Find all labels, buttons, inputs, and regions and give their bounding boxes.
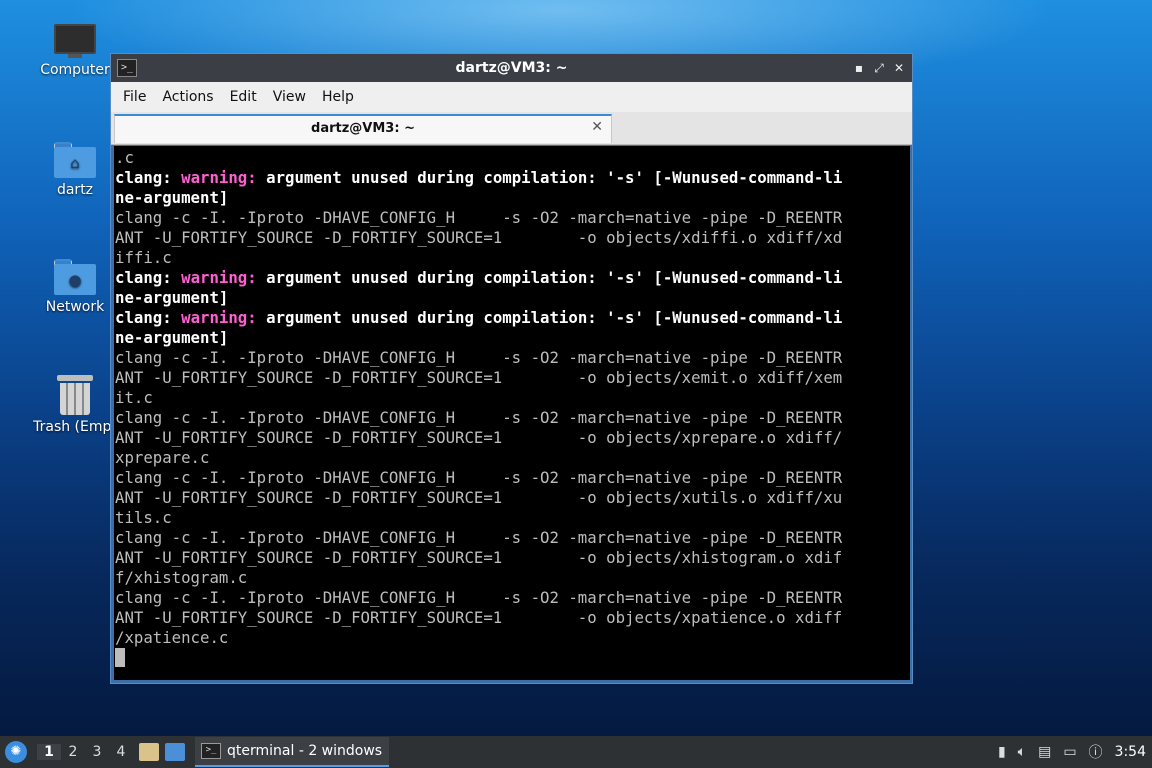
window-titlebar[interactable]: >_ dartz@VM3: ~ ▪ ⤢ ✕ — [111, 54, 912, 82]
terminal-line: ANT -U_FORTIFY_SOURCE -D_FORTIFY_SOURCE=… — [115, 428, 910, 448]
terminal-text: argument unused during compilation: '-s'… — [266, 268, 843, 287]
menu-actions[interactable]: Actions — [154, 89, 221, 105]
terminal-window: >_ dartz@VM3: ~ ▪ ⤢ ✕ File Actions Edit … — [110, 53, 913, 684]
tab-terminal[interactable]: dartz@VM3: ~ ✕ — [114, 114, 612, 143]
workspace-2[interactable]: 2 — [61, 744, 85, 760]
taskbar-task-qterminal[interactable]: >_ qterminal - 2 windows — [195, 737, 389, 767]
minimize-button[interactable]: ▪ — [852, 59, 866, 77]
workspace-4[interactable]: 4 — [109, 744, 133, 760]
terminal-line: ne-argument] — [115, 288, 910, 308]
tray-disk-icon[interactable]: ▮ — [998, 744, 1006, 760]
terminal-line: clang: warning: argument unused during c… — [115, 308, 910, 328]
terminal-text: it.c — [115, 388, 153, 407]
tab-label: dartz@VM3: ~ — [311, 121, 415, 136]
terminal-line: clang -c -I. -Iproto -DHAVE_CONFIG_H -s … — [115, 528, 910, 548]
terminal-text: ne-argument] — [115, 288, 229, 307]
terminal-line: ne-argument] — [115, 328, 910, 348]
terminal-text: clang: — [115, 308, 182, 327]
terminal-lines: .c clang: warning: argument unused during… — [114, 146, 910, 668]
terminal-line: clang -c -I. -Iproto -DHAVE_CONFIG_H -s … — [115, 588, 910, 608]
terminal-text: ne-argument] — [115, 188, 229, 207]
terminal-line: ANT -U_FORTIFY_SOURCE -D_FORTIFY_SOURCE=… — [115, 368, 910, 388]
terminal-line: /xpatience.c — [115, 628, 910, 648]
menu-edit[interactable]: Edit — [222, 89, 265, 105]
terminal-text: clang -c -I. -Iproto -DHAVE_CONFIG_H -s … — [115, 208, 843, 227]
terminal-line: ANT -U_FORTIFY_SOURCE -D_FORTIFY_SOURCE=… — [115, 488, 910, 508]
terminal-text: f/xhistogram.c — [115, 568, 248, 587]
terminal-text: ANT -U_FORTIFY_SOURCE -D_FORTIFY_SOURCE=… — [115, 428, 843, 447]
menubar: File Actions Edit View Help — [111, 82, 912, 112]
tab-close-icon[interactable]: ✕ — [591, 119, 603, 135]
terminal-text: ANT -U_FORTIFY_SOURCE -D_FORTIFY_SOURCE=… — [115, 228, 843, 247]
terminal-line: clang: warning: argument unused during c… — [115, 268, 910, 288]
terminal-text: clang: — [115, 168, 182, 187]
system-tray: ▮ 🔈︎ ▤ ▭ ⓘ 3:54 — [998, 736, 1152, 768]
terminal-line: clang -c -I. -Iproto -DHAVE_CONFIG_H -s … — [115, 408, 910, 428]
warning-label: warning: — [181, 168, 267, 187]
tab-bar: dartz@VM3: ~ ✕ — [111, 112, 912, 145]
terminal-text: /xpatience.c — [115, 628, 229, 647]
terminal-text: ANT -U_FORTIFY_SOURCE -D_FORTIFY_SOURCE=… — [115, 488, 843, 507]
terminal-text: argument unused during compilation: '-s'… — [266, 308, 843, 327]
volume-icon[interactable]: 🔈︎ — [1018, 744, 1026, 760]
terminal-line: ANT -U_FORTIFY_SOURCE -D_FORTIFY_SOURCE=… — [115, 228, 910, 248]
terminal-text: clang -c -I. -Iproto -DHAVE_CONFIG_H -s … — [115, 408, 843, 427]
trash-icon — [57, 375, 93, 415]
taskbar: ✺ 1 2 3 4 >_ qterminal - 2 windows ▮ 🔈︎ … — [0, 736, 1152, 768]
network-folder-icon: ● — [54, 259, 96, 295]
workspace-switcher: 1 2 3 4 — [37, 744, 133, 760]
clipboard-icon[interactable]: ▤ — [1038, 744, 1051, 760]
task-label: qterminal - 2 windows — [227, 743, 383, 759]
terminal-line: ANT -U_FORTIFY_SOURCE -D_FORTIFY_SOURCE=… — [115, 548, 910, 568]
terminal-output[interactable]: .c clang: warning: argument unused during… — [114, 146, 910, 680]
terminal-line: .c — [115, 148, 910, 168]
terminal-line: clang -c -I. -Iproto -DHAVE_CONFIG_H -s … — [115, 468, 910, 488]
workspace-1[interactable]: 1 — [37, 744, 61, 760]
close-button[interactable]: ✕ — [892, 59, 906, 77]
terminal-text: ANT -U_FORTIFY_SOURCE -D_FORTIFY_SOURCE=… — [115, 368, 843, 387]
terminal-text: clang -c -I. -Iproto -DHAVE_CONFIG_H -s … — [115, 588, 843, 607]
terminal-line: ANT -U_FORTIFY_SOURCE -D_FORTIFY_SOURCE=… — [115, 608, 910, 628]
start-menu-icon[interactable]: ✺ — [5, 741, 27, 763]
workspace-3[interactable]: 3 — [85, 744, 109, 760]
terminal-task-icon: >_ — [201, 743, 221, 759]
menu-view[interactable]: View — [265, 89, 314, 105]
terminal-text: xprepare.c — [115, 448, 210, 467]
computer-icon — [54, 24, 96, 58]
menu-help[interactable]: Help — [314, 89, 362, 105]
prompt-line — [115, 648, 910, 668]
network-status-icon[interactable]: ▭ — [1063, 744, 1076, 760]
terminal-line: iffi.c — [115, 248, 910, 268]
terminal-line: clang -c -I. -Iproto -DHAVE_CONFIG_H -s … — [115, 208, 910, 228]
terminal-line: xprepare.c — [115, 448, 910, 468]
terminal-text: clang -c -I. -Iproto -DHAVE_CONFIG_H -s … — [115, 528, 843, 547]
file-manager-icon[interactable] — [139, 743, 159, 761]
terminal-text: clang: — [115, 268, 182, 287]
terminal-line: f/xhistogram.c — [115, 568, 910, 588]
terminal-text: ANT -U_FORTIFY_SOURCE -D_FORTIFY_SOURCE=… — [115, 548, 843, 567]
window-title: dartz@VM3: ~ — [455, 60, 568, 76]
terminal-line: clang: warning: argument unused during c… — [115, 168, 910, 188]
notification-icon[interactable]: ⓘ — [1089, 742, 1103, 762]
maximize-button[interactable]: ⤢ — [872, 59, 886, 77]
home-folder-icon: ⌂ — [54, 142, 96, 178]
menu-file[interactable]: File — [115, 89, 154, 105]
terminal-text: argument unused during compilation: '-s'… — [266, 168, 843, 187]
terminal-text: .c — [115, 148, 134, 167]
terminal-cursor — [115, 648, 125, 667]
show-desktop-icon[interactable] — [165, 743, 185, 761]
terminal-text: ANT -U_FORTIFY_SOURCE -D_FORTIFY_SOURCE=… — [115, 608, 843, 627]
warning-label: warning: — [181, 308, 267, 327]
terminal-text: tils.c — [115, 508, 172, 527]
clock[interactable]: 3:54 — [1115, 744, 1146, 760]
warning-label: warning: — [181, 268, 267, 287]
terminal-line: clang -c -I. -Iproto -DHAVE_CONFIG_H -s … — [115, 348, 910, 368]
terminal-text: clang -c -I. -Iproto -DHAVE_CONFIG_H -s … — [115, 348, 843, 367]
terminal-line: tils.c — [115, 508, 910, 528]
terminal-text: iffi.c — [115, 248, 172, 267]
terminal-text: clang -c -I. -Iproto -DHAVE_CONFIG_H -s … — [115, 468, 843, 487]
terminal-line: it.c — [115, 388, 910, 408]
terminal-line: ne-argument] — [115, 188, 910, 208]
terminal-text: ne-argument] — [115, 328, 229, 347]
